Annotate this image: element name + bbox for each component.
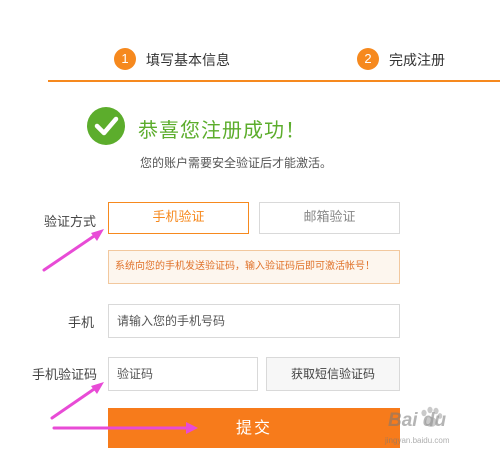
watermark-url: jingyan.baidu.com <box>385 436 450 445</box>
step-1-label: 填写基本信息 <box>146 53 230 69</box>
step-2-label: 完成注册 <box>389 53 445 69</box>
submit-button[interactable]: 提交 <box>108 408 400 448</box>
success-subtitle: 您的账户需要安全验证后才能激活。 <box>140 156 333 170</box>
verify-method-label: 验证方式 <box>44 215 97 230</box>
code-input[interactable] <box>108 357 258 391</box>
annotation-arrow-code <box>50 383 102 420</box>
verify-notice: 系统向您的手机发送验证码，输入验证码后即可激活帐号！ <box>108 250 400 284</box>
tab-email-verify[interactable]: 邮箱验证 <box>259 202 400 234</box>
tab-phone-verify[interactable]: 手机验证 <box>108 202 249 234</box>
annotation-arrow-tab <box>42 230 102 272</box>
step-1-badge: 1 <box>114 48 136 70</box>
code-label: 手机验证码 <box>32 368 98 383</box>
success-check-icon <box>87 107 125 145</box>
phone-input[interactable] <box>108 304 400 338</box>
success-title: 恭喜您注册成功！ <box>138 118 306 142</box>
get-sms-code-button[interactable]: 获取短信验证码 <box>266 357 400 391</box>
phone-label: 手机 <box>68 316 95 331</box>
annotation-arrowhead-tab <box>91 229 104 241</box>
steps-progress-line <box>48 80 500 82</box>
annotation-arrowhead-code <box>91 382 104 394</box>
step-2-badge: 2 <box>357 48 379 70</box>
baidu-paw-icon <box>421 406 443 427</box>
